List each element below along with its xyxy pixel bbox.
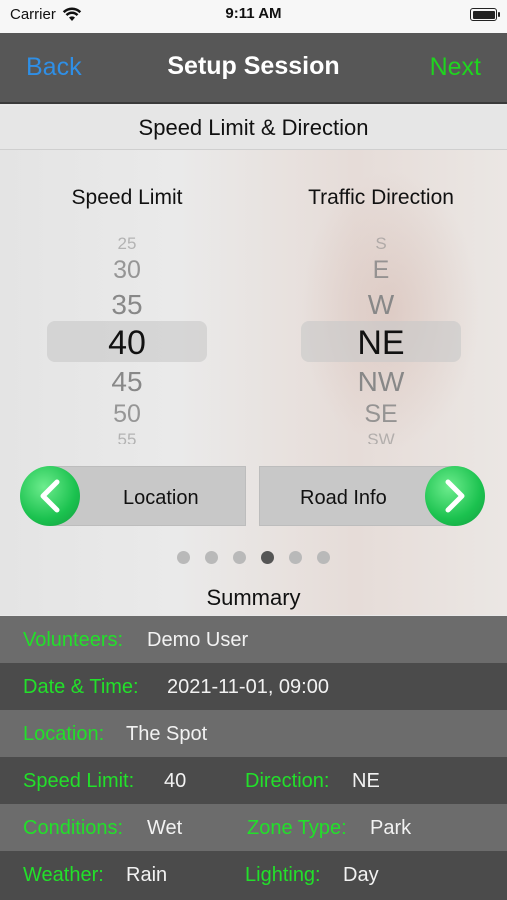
volunteers-label: Volunteers:: [23, 629, 124, 651]
weather-value: Rain: [126, 864, 168, 886]
picker-item[interactable]: 50: [47, 400, 207, 429]
status-bar: Carrier 9:11 AM: [0, 0, 507, 33]
direction-summary-value: NE: [352, 770, 380, 792]
datetime-label: Date & Time:: [23, 676, 139, 698]
page-dot[interactable]: [177, 551, 190, 564]
speed-limit-label: Speed Limit: [71, 186, 183, 209]
zone-type-label: Zone Type:: [247, 817, 347, 839]
location-label: Location:: [23, 723, 105, 745]
picker-item[interactable]: W: [301, 289, 461, 321]
chevron-right-icon[interactable]: [425, 466, 485, 526]
datetime-value: 2021-11-01, 09:00: [167, 676, 329, 698]
picker-item[interactable]: S: [301, 234, 461, 254]
section-header: Speed Limit & Direction: [0, 106, 507, 150]
page-indicator: [0, 551, 507, 565]
page-dot[interactable]: [205, 551, 218, 564]
page-dot-active[interactable]: [261, 551, 274, 564]
summary-row-speed-direction: Speed Limit: 40 Direction: NE: [0, 757, 507, 804]
summary-row-conditions-zone: Conditions: Wet Zone Type: Park: [0, 804, 507, 851]
lighting-value: Day: [343, 864, 379, 886]
conditions-value: Wet: [147, 817, 183, 839]
picker-item[interactable]: 30: [47, 256, 207, 285]
picker-item[interactable]: E: [301, 256, 461, 285]
page-dot[interactable]: [289, 551, 302, 564]
weather-label: Weather:: [23, 864, 104, 886]
zone-type-value: Park: [370, 817, 412, 839]
page-dot[interactable]: [317, 551, 330, 564]
previous-page-label: Location: [123, 487, 199, 509]
battery-icon: [470, 8, 500, 21]
picker-item[interactable]: SW: [301, 430, 461, 444]
picker-item-selected[interactable]: NE: [301, 324, 461, 363]
page-dot[interactable]: [233, 551, 246, 564]
volunteers-value: Demo User: [147, 629, 249, 651]
summary-row-location: Location: The Spot: [0, 710, 507, 757]
next-button[interactable]: Next: [430, 53, 481, 82]
summary-row-volunteers: Volunteers: Demo User: [0, 616, 507, 663]
direction-summary-label: Direction:: [245, 770, 330, 792]
picker-item[interactable]: 25: [47, 234, 207, 254]
next-page-label: Road Info: [300, 487, 387, 509]
navigation-bar: Back Setup Session Next: [0, 33, 507, 104]
picker-item[interactable]: 45: [47, 366, 207, 398]
lighting-label: Lighting:: [245, 864, 321, 886]
summary-title: Summary: [206, 585, 301, 610]
picker-item[interactable]: 55: [47, 430, 207, 444]
speed-limit-summary-value: 40: [164, 770, 187, 792]
picker-item[interactable]: 35: [47, 289, 207, 321]
clock: 9:11 AM: [225, 5, 282, 22]
summary-row-weather-lighting: Weather: Rain Lighting: Day: [0, 851, 507, 900]
traffic-direction-label: Traffic Direction: [308, 186, 454, 209]
location-value: The Spot: [126, 723, 208, 745]
speed-limit-summary-label: Speed Limit:: [23, 770, 135, 792]
picker-item[interactable]: NW: [301, 366, 461, 398]
summary-row-datetime: Date & Time: 2021-11-01, 09:00: [0, 663, 507, 710]
chevron-left-icon[interactable]: [20, 466, 80, 526]
conditions-label: Conditions:: [23, 817, 124, 839]
picker-item-selected[interactable]: 40: [47, 324, 207, 363]
picker-item[interactable]: SE: [301, 400, 461, 429]
